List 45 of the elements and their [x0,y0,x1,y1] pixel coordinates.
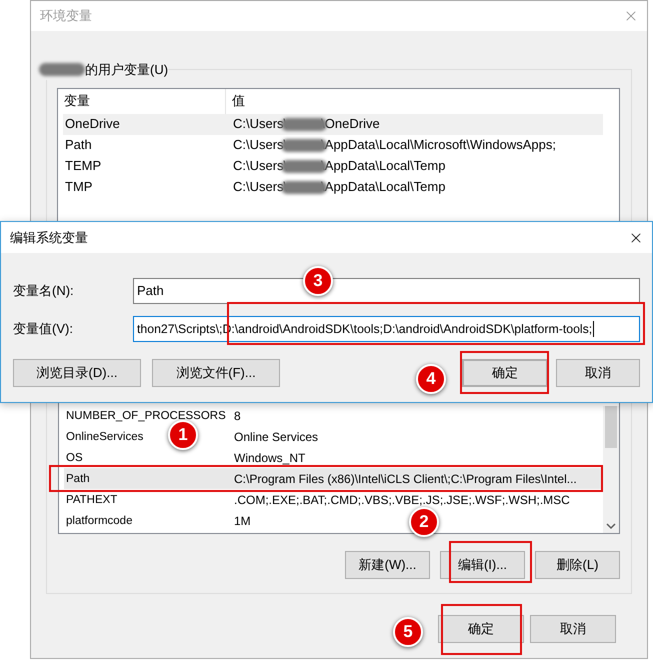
variable-name: Path [64,136,93,154]
group-label: 的用户变量(U) [85,61,168,79]
browse-button[interactable]: 浏览目录(D)... [13,359,141,387]
variable-name: TEMP [64,157,102,176]
variable-row[interactable]: TMP C:\Users\ \AppData\Local\Temp [63,176,603,198]
dialog-button[interactable]: 取消 [556,359,640,387]
variable-value: C:\Users\ [233,178,288,196]
variable-value: \AppData\Local\Microsoft\WindowsApps; [321,136,556,154]
variable-row[interactable]: Path C:\Users\ \AppData\Local\Microsoft\WindowsApps; [63,134,603,156]
variable-row[interactable]: OneDrive C:\Users\ \OneDrive [63,114,603,134]
variable-name: OneDrive [64,115,121,134]
variable-value: 1M [234,512,251,530]
text-cursor [593,321,594,337]
variable-value: Windows_NT [234,450,306,466]
window-title: 环境变量 [40,7,92,26]
window-title: 编辑系统变量 [10,228,88,247]
variable-name: OnlineServices [66,430,144,445]
variable-value: C:\Users\ [233,157,288,176]
variable-value: C:\Users\ [233,136,288,154]
browse-button[interactable]: 浏览文件(F)... [152,359,280,387]
variable-row[interactable]: TEMP C:\Users\ \AppData\Local\Temp [63,156,603,176]
variable-value: 8 [234,408,241,424]
variable-value: \AppData\Local\Temp [321,178,446,196]
column-header[interactable]: 值 [226,88,619,114]
variable-name: OS [66,450,83,466]
scrollbar[interactable] [603,406,619,533]
dialog-button[interactable]: 确定 [438,615,524,643]
field-label: 变量值(V): [13,320,74,338]
list-action-button[interactable]: 新建(W)... [345,551,430,579]
variable-name: platformcode [66,514,132,529]
variable-value: C:\Program Files (x86)\Intel\iCLS Client\;C:\Program Files\Intel... [234,470,577,488]
variable-value: C:\Users\ [233,115,288,134]
dialog-button[interactable]: 取消 [530,615,616,643]
variable-name: TMP [64,178,94,196]
list-action-button[interactable]: 删除(L) [535,551,620,579]
dialog-button[interactable]: 确定 [462,359,548,387]
field-label: 变量名(N): [13,282,75,300]
variable-name: Path [66,472,90,487]
variable-name: PATHEXT [66,492,118,508]
list-action-button[interactable]: 编辑(I)... [440,551,525,579]
variable-value: \OneDrive [321,115,380,134]
variable-value: Online Services [234,428,318,446]
redaction-blot [39,63,85,76]
variable-value: .COM;.EXE;.BAT;.CMD;.VBS;.VBE;.JS;.JSE;.WSF;.WSH;.MSC [234,492,570,508]
variable-value: \AppData\Local\Temp [321,157,446,176]
